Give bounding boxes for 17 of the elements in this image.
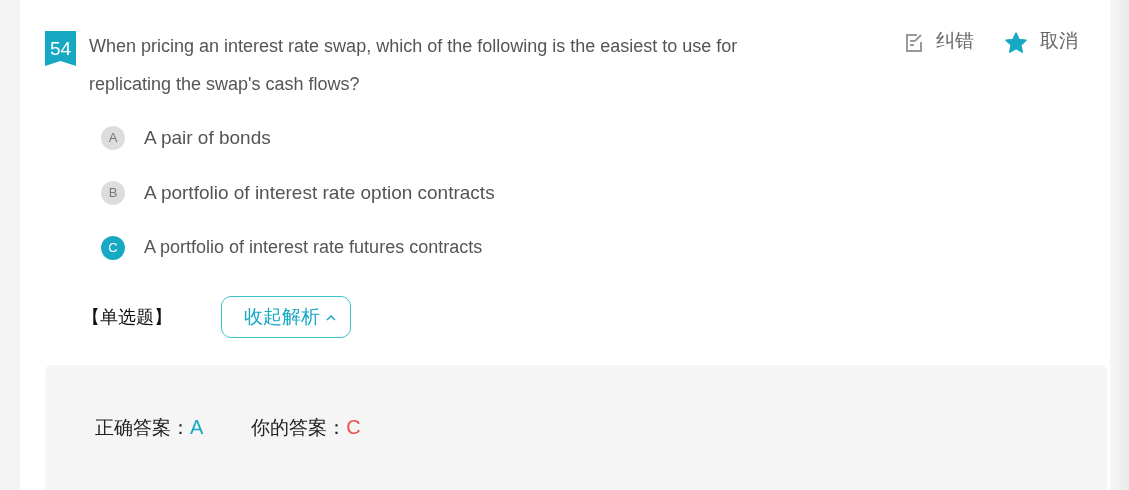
edit-icon[interactable] <box>904 33 924 53</box>
your-answer: C <box>346 416 361 439</box>
unfavorite-link[interactable]: 取消 <box>1040 28 1078 54</box>
question-text: When pricing an interest rate swap, which of the following is the easiest to use for replicating the swap's cash flows? <box>89 35 739 96</box>
your-answer-label: 你的答案： <box>251 416 347 440</box>
correct-answer-label: 正确答案： <box>95 416 190 440</box>
chevron-up-icon <box>326 313 336 321</box>
option-text[interactable]: A portfolio of interest rate option contracts <box>144 181 495 204</box>
option-letter[interactable]: A <box>101 125 125 150</box>
question-type: 【单选题】 <box>82 306 173 329</box>
option-letter[interactable]: B <box>101 180 125 205</box>
option-text[interactable]: A pair of bonds <box>144 126 271 149</box>
star-icon[interactable] <box>1004 31 1028 55</box>
question-number-badge: 54 <box>45 31 76 66</box>
correct-answer: A <box>190 416 204 439</box>
report-error-link[interactable]: 纠错 <box>936 28 974 54</box>
option-text[interactable]: A portfolio of interest rate futures contracts <box>144 237 483 258</box>
